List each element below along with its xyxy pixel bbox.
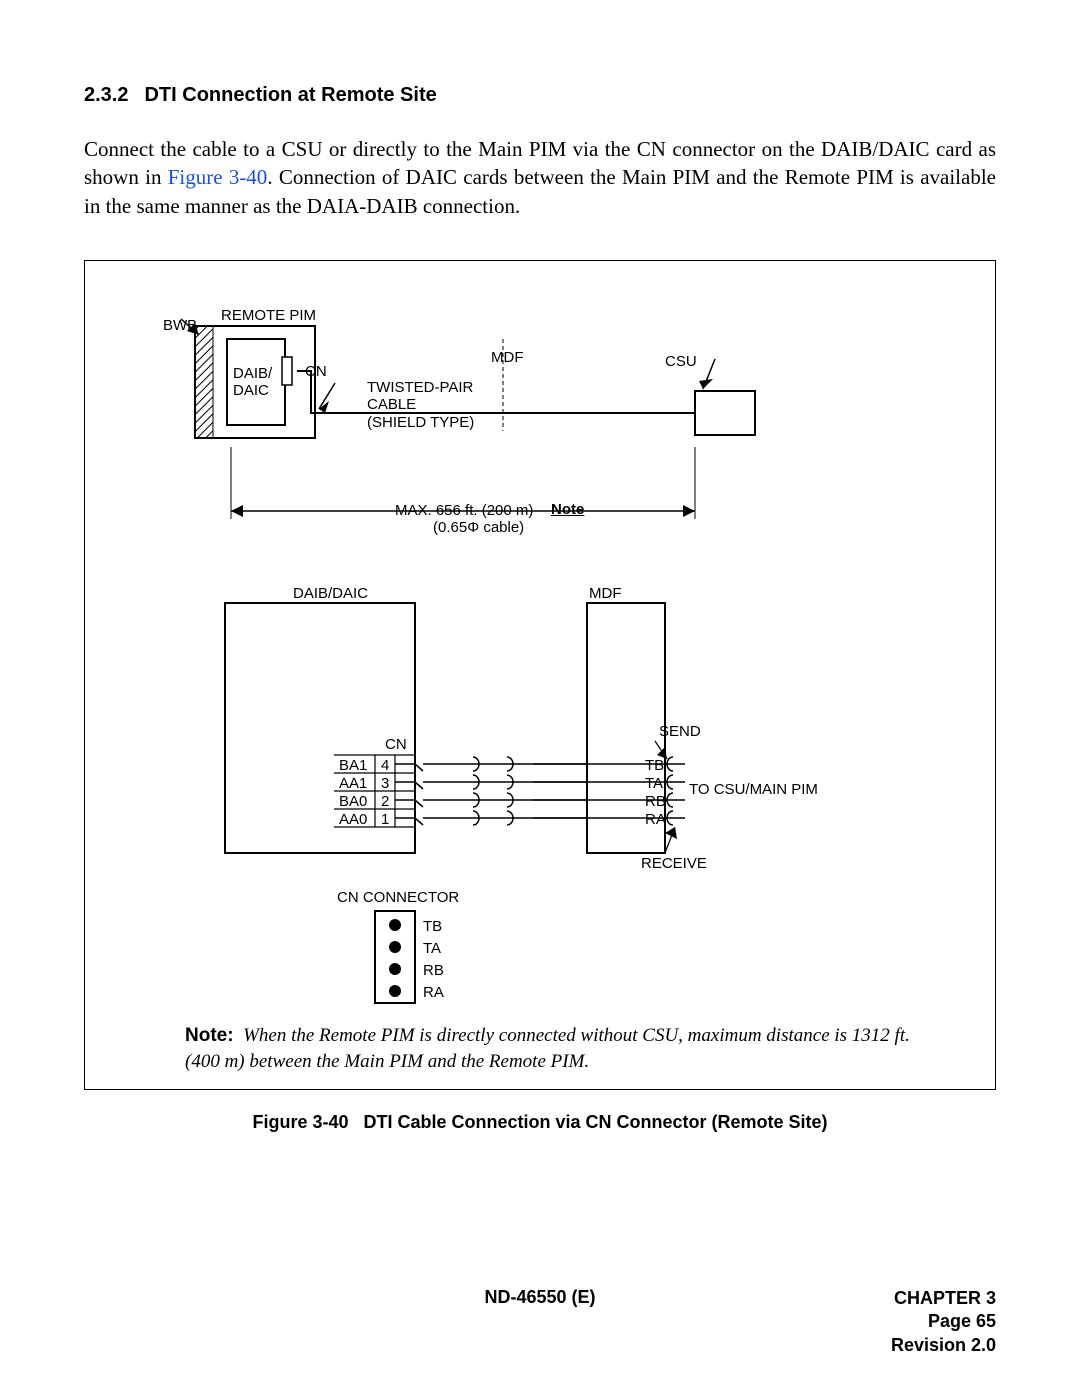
label-daib-daic-2: DAIB/DAIC [293,585,368,602]
label-receive: RECEIVE [641,855,707,872]
footer-page: Page 65 [891,1310,996,1333]
label-pin4: 4 [381,757,389,774]
label-note-underline: Note [551,501,584,518]
label-conn-ta: TA [423,940,441,957]
page: 2.3.2 DTI Connection at Remote Site Conne… [0,0,1080,1397]
figure-note: Note: When the Remote PIM is directly co… [185,1023,935,1074]
label-rb: RB [645,793,666,810]
label-pin2: 2 [381,793,389,810]
figure-link[interactable]: Figure 3-40 [168,165,268,189]
section-title: DTI Connection at Remote Site [144,84,436,106]
label-pin3: 3 [381,775,389,792]
caption-text: DTI Cable Connection via CN Connector (R… [364,1112,828,1132]
label-twisted-pair: TWISTED-PAIR CABLE (SHIELD TYPE) [367,379,474,431]
footer-revision: Revision 2.0 [891,1334,996,1357]
figure-caption: Figure 3-40 DTI Cable Connection via CN … [84,1112,996,1133]
label-cable-spec: (0.65Φ cable) [433,519,524,536]
label-mdf-top: MDF [491,349,524,366]
label-pin1: 1 [381,811,389,828]
section-heading: 2.3.2 DTI Connection at Remote Site [84,84,996,107]
figure-box: REMOTE PIM BWB DAIB/ DAIC CN TWISTED-PAI… [84,260,996,1090]
label-ta: TA [645,775,663,792]
label-ba1: BA1 [339,757,367,774]
label-conn-rb: RB [423,962,444,979]
label-cn-2: CN [385,736,407,753]
top-diagram [85,261,993,551]
footer-doc: ND-46550 (E) [84,1287,996,1308]
label-ra: RA [645,811,666,828]
label-aa1: AA1 [339,775,367,792]
label-conn-ra: RA [423,984,444,1001]
label-csu: CSU [665,353,697,370]
label-aa0: AA0 [339,811,367,828]
label-daib-daic: DAIB/ DAIC [233,365,272,400]
label-cn: CN [305,363,327,380]
label-send: SEND [659,723,701,740]
label-remote-pim: REMOTE PIM [221,307,316,324]
note-text: When the Remote PIM is directly connecte… [185,1025,910,1072]
label-conn-tb: TB [423,918,442,935]
label-mdf-2: MDF [589,585,622,602]
label-ba0: BA0 [339,793,367,810]
body-paragraph: Connect the cable to a CSU or directly t… [84,135,996,220]
section-number: 2.3.2 [84,84,128,107]
note-label: Note: [185,1025,234,1046]
label-max-dist: MAX. 656 ft. (200 m) [395,502,533,519]
label-tb: TB [645,757,664,774]
label-cn-connector: CN CONNECTOR [337,889,459,906]
label-bwb: BWB [163,317,197,334]
caption-label: Figure 3-40 [252,1112,348,1132]
page-footer: ND-46550 (E) CHAPTER 3 Page 65 Revision … [84,1287,996,1357]
bottom-diagram [85,571,993,1031]
label-to-csu: TO CSU/MAIN PIM [689,781,818,798]
